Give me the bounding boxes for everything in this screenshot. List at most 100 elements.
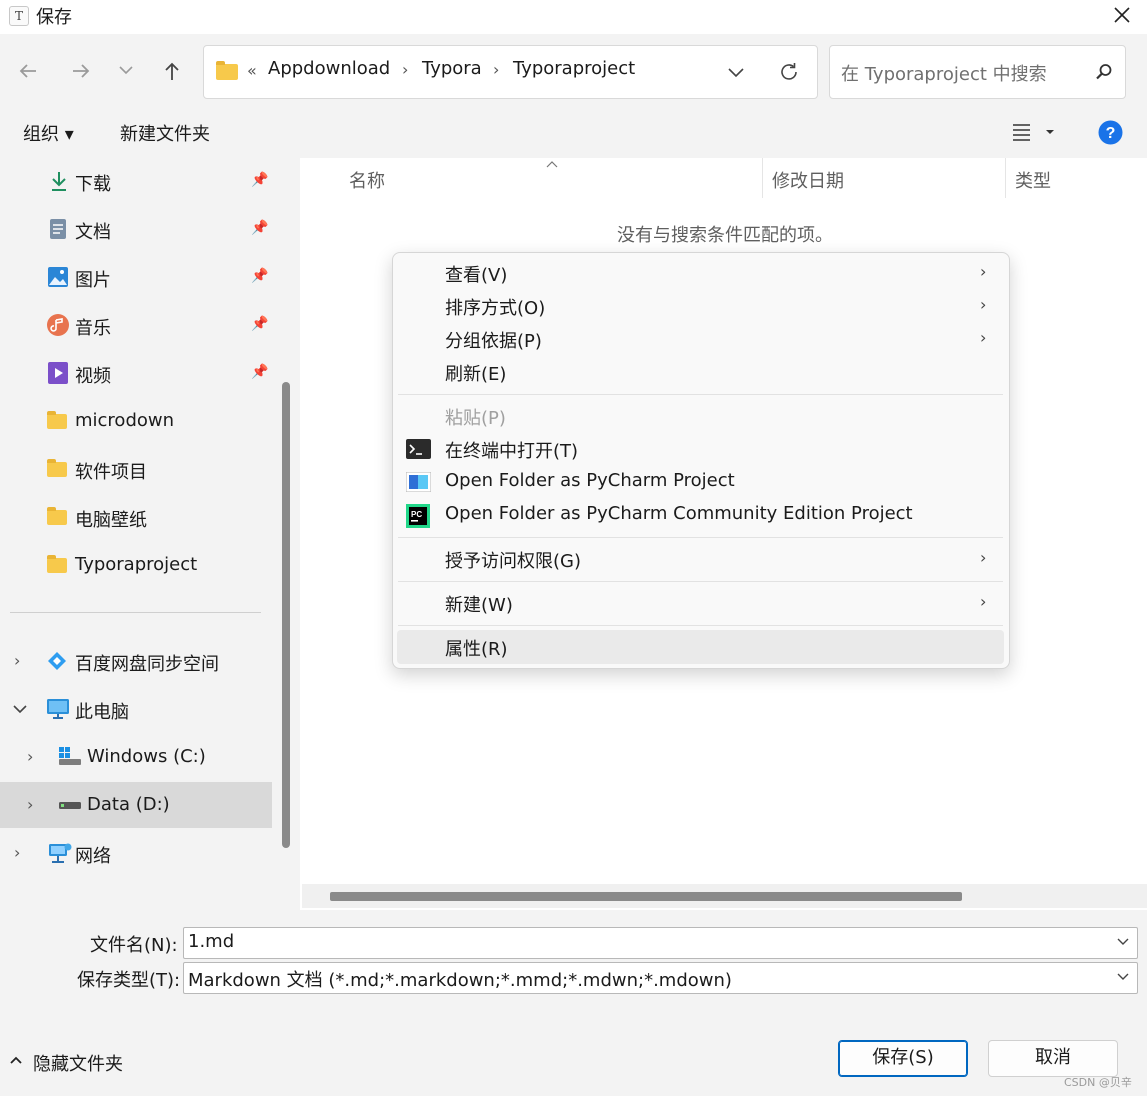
sidebar-item-baidu-netdisk[interactable]: › 百度网盘同步空间 xyxy=(0,638,272,684)
address-dropdown-button[interactable] xyxy=(726,62,746,86)
menu-item-paste: 粘贴(P) xyxy=(445,408,506,429)
watermark: CSDN @贝辛 xyxy=(1064,1076,1132,1089)
organize-menu[interactable]: 组织 ▾ xyxy=(23,120,74,146)
column-header-name[interactable]: 名称 xyxy=(349,167,385,193)
menu-item-open-in-terminal[interactable]: 在终端中打开(T) xyxy=(445,437,578,463)
close-window-button[interactable] xyxy=(1108,2,1136,28)
menu-separator xyxy=(398,537,1003,538)
pin-icon: 📌 xyxy=(251,316,269,332)
chevron-right-icon[interactable]: › xyxy=(14,651,20,670)
forward-button[interactable] xyxy=(68,60,94,86)
sidebar-item-pictures[interactable]: 图片 📌 xyxy=(0,254,272,300)
submenu-arrow-icon: › xyxy=(980,548,987,567)
sidebar-item-label: Data (D:) xyxy=(87,794,170,815)
music-icon xyxy=(47,314,69,336)
video-icon xyxy=(48,362,68,384)
this-pc-icon xyxy=(47,699,69,719)
sidebar-item-network[interactable]: › 网络 xyxy=(0,830,272,876)
baidu-netdisk-icon xyxy=(48,652,66,670)
filename-input[interactable]: 1.md xyxy=(188,931,234,952)
up-button[interactable] xyxy=(159,60,185,86)
sidebar-item-videos[interactable]: 视频 📌 xyxy=(0,350,272,396)
save-button[interactable]: 保存(S) xyxy=(838,1040,968,1077)
menu-item-group-by[interactable]: 分组依据(P) xyxy=(445,327,542,353)
sidebar-item-label: 图片 xyxy=(75,270,111,291)
terminal-icon xyxy=(406,439,431,459)
sidebar-item-label: 电脑壁纸 xyxy=(75,510,147,531)
refresh-button[interactable] xyxy=(777,60,801,88)
sidebar-scrollbar-thumb[interactable] xyxy=(282,382,290,848)
column-divider[interactable] xyxy=(762,158,763,198)
chevron-up-icon xyxy=(10,1056,22,1064)
document-icon xyxy=(50,219,66,239)
sidebar-divider xyxy=(10,612,261,613)
breadcrumb-separator-icon[interactable]: › xyxy=(402,60,408,79)
sidebar-item-this-pc[interactable]: 此电脑 xyxy=(0,686,272,732)
column-header-type[interactable]: 类型 xyxy=(1015,167,1051,193)
new-folder-button[interactable]: 新建文件夹 xyxy=(120,120,210,146)
menu-item-properties[interactable]: 属性(R) xyxy=(445,635,508,661)
pin-icon: 📌 xyxy=(251,172,269,188)
sidebar-item-wallpapers[interactable]: 电脑壁纸 xyxy=(0,494,272,540)
menu-item-view[interactable]: 查看(V) xyxy=(445,261,507,287)
sidebar-item-label: 软件项目 xyxy=(75,462,147,483)
menu-item-grant-access[interactable]: 授予访问权限(G) xyxy=(445,547,581,573)
menu-item-new[interactable]: 新建(W) xyxy=(445,591,513,617)
menu-item-refresh[interactable]: 刷新(E) xyxy=(445,360,506,386)
breadcrumb-typoraproject[interactable]: Typoraproject xyxy=(513,58,635,79)
help-button[interactable]: ? xyxy=(1098,120,1123,149)
chevron-right-icon[interactable]: › xyxy=(14,843,20,862)
sidebar-item-label: 音乐 xyxy=(75,318,111,339)
sidebar-item-downloads[interactable]: 下载 📌 xyxy=(0,158,272,204)
chevron-right-icon[interactable]: › xyxy=(27,795,33,814)
breadcrumb-separator-icon[interactable]: › xyxy=(493,60,499,79)
sidebar-item-label: 视频 xyxy=(75,366,111,387)
sidebar-item-music[interactable]: 音乐 📌 xyxy=(0,302,272,348)
cancel-button[interactable]: 取消 xyxy=(988,1040,1118,1077)
recent-locations-button[interactable] xyxy=(113,60,139,86)
filename-combobox[interactable] xyxy=(183,927,1138,959)
submenu-arrow-icon: › xyxy=(980,592,987,611)
sort-ascending-icon xyxy=(545,154,559,173)
horizontal-scrollbar-thumb[interactable] xyxy=(330,892,962,901)
sidebar-item-typoraproject[interactable]: Typoraproject xyxy=(0,542,272,588)
submenu-arrow-icon: › xyxy=(980,295,987,314)
chevron-down-icon[interactable] xyxy=(1116,972,1130,982)
column-header-modified[interactable]: 修改日期 xyxy=(772,167,844,193)
breadcrumb-appdownload[interactable]: Appdownload xyxy=(268,58,390,79)
menu-separator xyxy=(398,625,1003,626)
sidebar-item-microdown[interactable]: microdown xyxy=(0,398,272,444)
back-button[interactable] xyxy=(15,60,41,86)
menu-item-sort-by[interactable]: 排序方式(O) xyxy=(445,294,545,320)
sidebar-item-windows-c[interactable]: › Windows (C:) xyxy=(0,734,272,780)
up-arrow-icon xyxy=(165,62,179,80)
typora-app-icon: T xyxy=(9,6,29,26)
breadcrumb-typora[interactable]: Typora xyxy=(422,58,482,79)
empty-results-message: 没有与搜索条件匹配的项。 xyxy=(617,225,833,246)
sidebar-item-label: 百度网盘同步空间 xyxy=(75,654,219,675)
sidebar-item-data-d[interactable]: › Data (D:) xyxy=(0,782,272,828)
search-icon xyxy=(1094,62,1114,86)
filetype-value[interactable]: Markdown 文档 (*.md;*.markdown;*.mmd;*.mdw… xyxy=(188,966,732,992)
sidebar-item-software-projects[interactable]: 软件项目 xyxy=(0,446,272,492)
chevron-down-icon[interactable] xyxy=(12,702,28,716)
sidebar-item-label: Typoraproject xyxy=(75,554,198,575)
sidebar-item-label: 下载 xyxy=(75,174,111,195)
sidebar-item-label: 网络 xyxy=(75,846,111,867)
pin-icon: 📌 xyxy=(251,364,269,380)
menu-item-open-pycharm[interactable]: Open Folder as PyCharm Project xyxy=(445,470,735,491)
menu-item-open-pycharm-ce[interactable]: Open Folder as PyCharm Community Edition… xyxy=(445,503,913,524)
chevron-down-icon[interactable] xyxy=(1116,937,1130,947)
sidebar-item-label: Windows (C:) xyxy=(87,746,206,767)
window-title: 保存 xyxy=(36,7,72,28)
overflow-breadcrumb[interactable]: « xyxy=(247,61,257,80)
column-divider[interactable] xyxy=(1005,158,1006,198)
pictures-icon xyxy=(48,267,68,287)
view-options-button[interactable] xyxy=(1012,122,1062,146)
search-input[interactable]: 在 Typoraproject 中搜索 xyxy=(841,60,1047,86)
forward-arrow-icon xyxy=(73,64,90,78)
sidebar-item-documents[interactable]: 文档 📌 xyxy=(0,206,272,252)
filetype-label: 保存类型(T): xyxy=(77,970,181,991)
svg-text:PC: PC xyxy=(411,510,422,519)
chevron-right-icon[interactable]: › xyxy=(27,747,33,766)
